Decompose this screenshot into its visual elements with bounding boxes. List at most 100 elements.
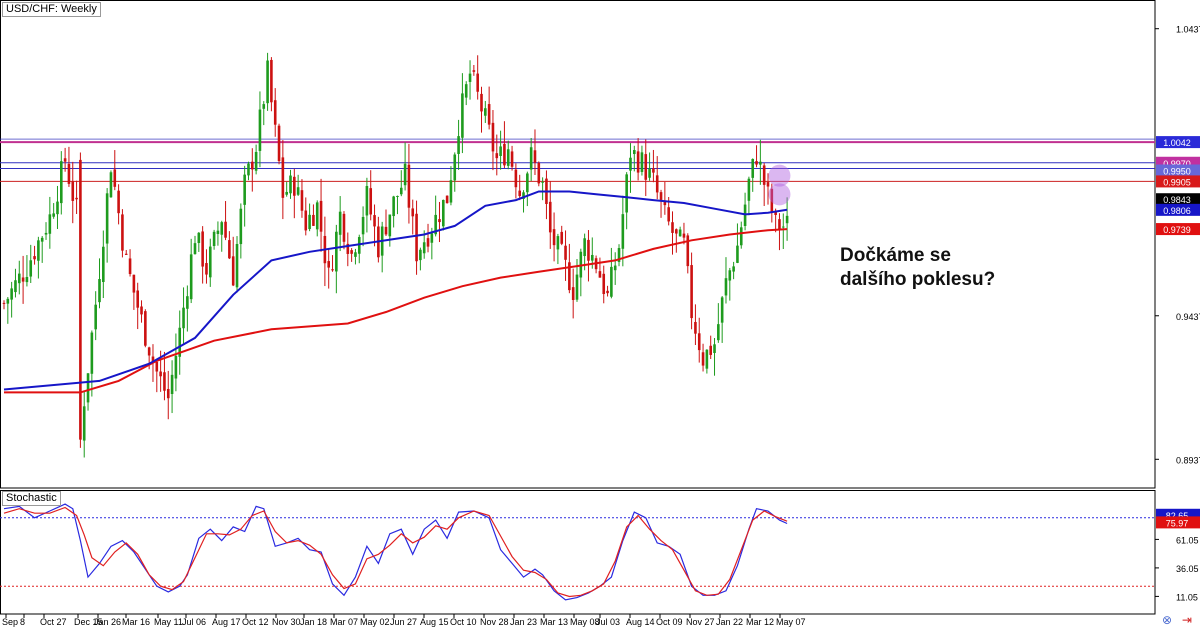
candle-body bbox=[736, 245, 739, 263]
x-tick-label-5: Mar 16 bbox=[122, 617, 150, 627]
candle-body bbox=[388, 214, 392, 237]
candle-body bbox=[144, 311, 147, 346]
candle-body bbox=[396, 195, 399, 197]
candle-body bbox=[285, 191, 288, 195]
candle-body bbox=[174, 355, 178, 379]
candle-body bbox=[571, 287, 575, 300]
candle-body bbox=[75, 197, 78, 200]
candle-body bbox=[556, 236, 560, 250]
candle-body bbox=[231, 256, 235, 286]
collapse-arrow-icon[interactable]: ⇥ bbox=[1182, 613, 1192, 627]
candle-body bbox=[419, 249, 422, 261]
candle-body bbox=[533, 150, 537, 163]
oscillator-title: Stochastic bbox=[2, 491, 61, 506]
stoch-line-d bbox=[3, 506, 788, 598]
x-tick-label-9: Oct 12 bbox=[242, 617, 269, 627]
candle-body bbox=[415, 213, 418, 262]
x-tick-label-18: Jan 23 bbox=[510, 617, 537, 627]
candle-body bbox=[548, 201, 552, 233]
candle-body bbox=[709, 345, 712, 355]
candle-body bbox=[208, 246, 212, 278]
candle-body bbox=[201, 231, 204, 267]
candle-body bbox=[476, 73, 479, 92]
chart-svg: 1.0437 0.9437 0.8937 61.05 36.05 11.05 1.0042 0… bbox=[0, 0, 1200, 627]
candle-body bbox=[506, 149, 510, 166]
level-price-0-label: 1.0042 bbox=[1163, 138, 1191, 148]
chart-title: USD/CHF: Weekly bbox=[2, 2, 101, 17]
candle-body bbox=[296, 187, 300, 195]
candle-body bbox=[518, 190, 521, 197]
x-tick-label-14: Jun 27 bbox=[390, 617, 417, 627]
candle-body bbox=[747, 178, 751, 201]
price-label-current-label: 0.9843 bbox=[1163, 195, 1191, 205]
link-sync-icon[interactable]: ⊗ bbox=[1162, 613, 1172, 627]
candle-body bbox=[537, 162, 541, 184]
candle-body bbox=[2, 302, 6, 304]
candle-body bbox=[281, 157, 285, 198]
candle-body bbox=[717, 324, 720, 341]
candle-body bbox=[14, 280, 17, 293]
candle-body bbox=[124, 253, 128, 255]
candle-body bbox=[529, 147, 533, 170]
candle-body bbox=[468, 73, 472, 82]
candle-body bbox=[25, 276, 29, 283]
candle-body bbox=[369, 188, 373, 215]
candle-body bbox=[166, 388, 170, 399]
candle-body bbox=[147, 347, 151, 356]
candle-body bbox=[247, 163, 250, 176]
candle-body bbox=[694, 321, 697, 334]
candle-body bbox=[491, 122, 495, 152]
candle-body bbox=[583, 238, 586, 257]
candle-body bbox=[682, 233, 686, 238]
candle-body bbox=[403, 163, 407, 186]
candle-body bbox=[457, 136, 460, 154]
candle-body bbox=[766, 182, 770, 187]
candle-body bbox=[109, 172, 113, 198]
candle-body bbox=[445, 195, 449, 204]
x-tick-label-13: May 02 bbox=[360, 617, 390, 627]
x-tick-label-16: Oct 10 bbox=[450, 617, 477, 627]
candle-body bbox=[304, 210, 308, 231]
candle-body bbox=[6, 298, 10, 304]
candle-body bbox=[136, 290, 139, 308]
candle-body bbox=[484, 108, 487, 116]
candle-body bbox=[312, 214, 315, 226]
candle-body bbox=[155, 361, 159, 372]
candle-body bbox=[510, 151, 514, 167]
candle-body bbox=[422, 242, 426, 254]
candle-body bbox=[251, 161, 254, 170]
candle-body bbox=[71, 181, 75, 201]
candle-body bbox=[258, 109, 262, 151]
candle-body bbox=[365, 185, 369, 216]
x-tick-label-21: Jul 03 bbox=[596, 617, 620, 627]
candle-body bbox=[228, 240, 231, 259]
annotation-line-2: dalšího poklesu? bbox=[840, 269, 996, 290]
candle-body bbox=[430, 233, 434, 243]
candle-body bbox=[105, 193, 109, 244]
candle-body bbox=[266, 60, 269, 104]
candle-body bbox=[48, 214, 52, 234]
candle-body bbox=[590, 254, 594, 261]
candle-body bbox=[373, 215, 376, 227]
candle-body bbox=[697, 333, 701, 351]
ma-red-line bbox=[4, 228, 788, 394]
candle-body bbox=[690, 265, 693, 319]
candle-body bbox=[785, 215, 789, 224]
candle-body bbox=[613, 265, 617, 271]
corner-icons: ⊗ ⇥ bbox=[1162, 613, 1198, 627]
x-tick-label-27: May 07 bbox=[776, 617, 806, 627]
candle-body bbox=[449, 180, 453, 203]
main-y-tick-label-0: 1.0437 bbox=[1176, 25, 1200, 35]
candle-body bbox=[640, 152, 644, 172]
candle-body bbox=[751, 159, 755, 178]
candle-body bbox=[205, 263, 208, 275]
candle-body bbox=[21, 277, 25, 282]
candle-body bbox=[602, 273, 606, 295]
candle-body bbox=[587, 239, 590, 261]
candle-body bbox=[335, 231, 338, 272]
candle-body bbox=[495, 153, 499, 159]
candle-body bbox=[273, 100, 277, 125]
candle-body bbox=[170, 374, 174, 394]
candle-body bbox=[541, 181, 544, 183]
candle-body bbox=[163, 372, 166, 391]
